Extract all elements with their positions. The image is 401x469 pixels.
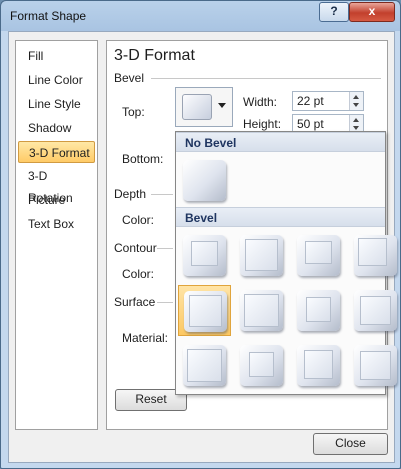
bevel-divider (151, 78, 381, 79)
bevel-face (358, 238, 387, 266)
bevel-face (249, 352, 274, 377)
bevel-gallery: No Bevel Bevel (175, 131, 397, 395)
nav-item-picture[interactable]: Picture (18, 189, 95, 211)
nav-item-shadow[interactable]: Shadow (18, 117, 95, 139)
bevel-section-label: Bevel (114, 71, 145, 85)
height-label: Height: (243, 117, 282, 131)
bevel-option-convex[interactable] (292, 285, 345, 336)
width-value: 22 pt (297, 94, 324, 108)
no-bevel-header: No Bevel (176, 132, 385, 152)
top-label: Top: (122, 105, 145, 119)
relaxed-inset-bevel-icon (240, 235, 283, 276)
art-deco-bevel-icon (354, 345, 397, 386)
nav-item-3d-rotation[interactable]: 3-D Rotation (18, 165, 95, 205)
nav-item-fill[interactable]: Fill (18, 45, 95, 67)
contour-divider (157, 248, 173, 249)
hard-edge-bevel-icon (297, 345, 340, 386)
spin-down-icon (353, 103, 359, 107)
width-label: Width: (243, 95, 278, 109)
contour-color-label: Color: (122, 267, 155, 281)
surface-divider (157, 302, 173, 303)
circle-bevel-icon (183, 235, 226, 276)
bevel-option-slope[interactable] (349, 285, 400, 336)
dialog-title: Format Shape (10, 9, 87, 23)
bevel-face (360, 351, 391, 380)
bevel-face (191, 241, 218, 266)
bevel-face (187, 349, 222, 382)
width-spin-buttons[interactable] (349, 92, 363, 110)
angle-bevel-icon (184, 291, 227, 332)
top-bevel-dropdown[interactable] (175, 87, 233, 127)
spin-up-icon (353, 118, 359, 122)
bevel-option-riblet[interactable] (235, 340, 288, 391)
width-spinner[interactable]: 22 pt (292, 91, 364, 111)
cross-bevel-icon (297, 235, 340, 276)
title-bar: Format Shape ? x (1, 1, 400, 31)
soft-round-bevel-icon (240, 290, 283, 331)
bevel-option-circle[interactable] (178, 230, 231, 281)
panel-title: 3-D Format (114, 47, 195, 64)
no-bevel-option[interactable] (178, 155, 231, 206)
nav-item-3d-format[interactable]: 3-D Format (18, 141, 95, 163)
bevel-face (189, 295, 222, 327)
nav-item-line-color[interactable]: Line Color (18, 69, 95, 91)
category-list: Fill Line Color Line Style Shadow 3-D Fo… (15, 40, 98, 430)
bevel-face (360, 296, 391, 325)
no-bevel-icon (183, 160, 226, 201)
bevel-face (305, 241, 332, 264)
surface-section-label: Surface (114, 295, 156, 309)
bevel-face (244, 294, 279, 327)
close-window-button[interactable]: x (349, 2, 395, 22)
bevel-option-cool-slant[interactable] (349, 230, 400, 281)
bevel-option-soft-round[interactable] (235, 285, 288, 336)
slope-bevel-icon (354, 290, 397, 331)
nav-item-text-box[interactable]: Text Box (18, 213, 95, 235)
help-button[interactable]: ? (319, 2, 349, 22)
riblet-bevel-icon (240, 345, 283, 386)
bevel-option-cross[interactable] (292, 230, 345, 281)
chevron-down-icon (218, 103, 226, 108)
bevel-header: Bevel (176, 207, 385, 227)
convex-bevel-icon (297, 290, 340, 331)
material-label: Material: (122, 331, 169, 345)
bevel-preview-icon (182, 94, 212, 120)
bevel-option-angle[interactable] (178, 285, 231, 336)
divot-bevel-icon (183, 345, 226, 386)
bevel-face (306, 297, 331, 322)
cool-slant-bevel-icon (354, 235, 397, 276)
depth-divider (151, 194, 173, 195)
close-button[interactable]: Close (313, 433, 388, 455)
bevel-face (245, 239, 278, 271)
height-value: 50 pt (297, 117, 324, 131)
depth-section-label: Depth (114, 187, 147, 201)
spin-down-icon (353, 126, 359, 130)
nav-item-line-style[interactable]: Line Style (18, 93, 95, 115)
bottom-label: Bottom: (122, 152, 164, 166)
bevel-option-art-deco[interactable] (349, 340, 400, 391)
bevel-option-relaxed-inset[interactable] (235, 230, 288, 281)
bevel-option-divot[interactable] (178, 340, 231, 391)
bevel-face (304, 350, 333, 379)
depth-color-label: Color: (122, 213, 155, 227)
spin-up-icon (353, 95, 359, 99)
contour-section-label: Contour (114, 241, 157, 255)
format-shape-dialog: Format Shape ? x Fill Line Color Line St… (0, 0, 401, 469)
bevel-option-hard-edge[interactable] (292, 340, 345, 391)
